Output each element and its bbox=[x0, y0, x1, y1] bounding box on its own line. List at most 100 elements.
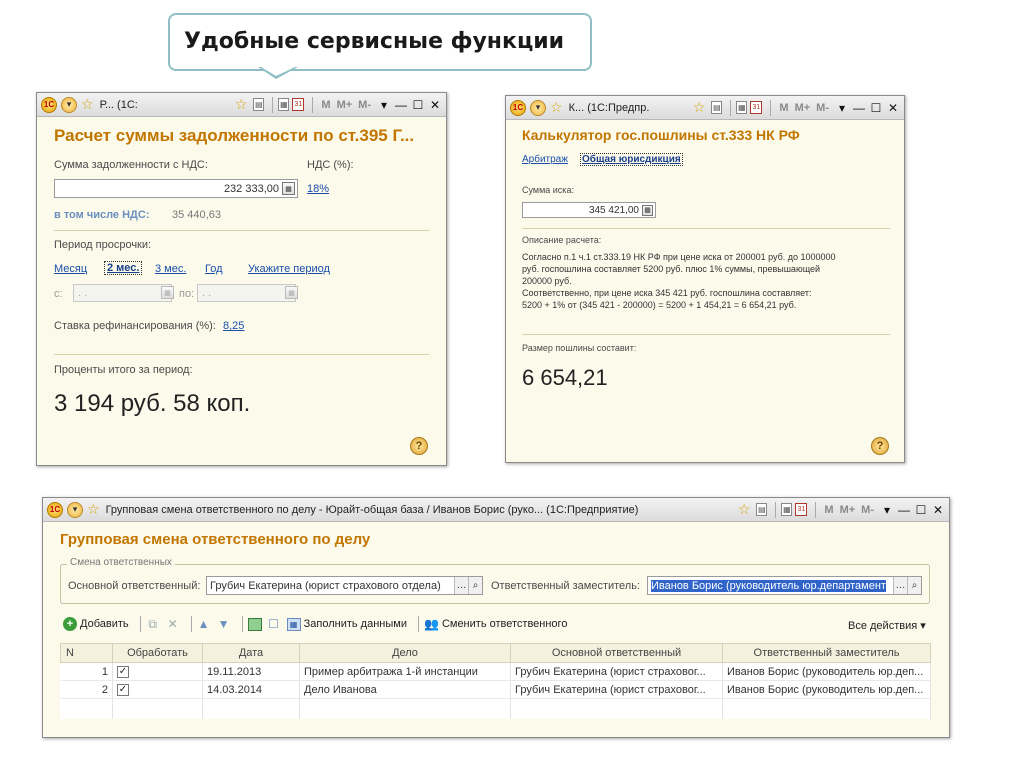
dropdown-arrow-icon[interactable]: ▾ bbox=[880, 503, 894, 517]
memory-subtract-button[interactable]: M- bbox=[861, 504, 874, 516]
window-titlebar[interactable]: 1С ▾ ☆ Групповая смена ответственного по… bbox=[43, 498, 949, 522]
deputy-cell[interactable]: Иванов Борис (руководитель юр.деп... bbox=[722, 680, 931, 699]
deputy-input[interactable]: Иванов Борис (руководитель юр.департамен… bbox=[647, 576, 922, 595]
main-responsible-input[interactable]: Грубич Екатерина (юрист страхового отдел… bbox=[206, 576, 483, 595]
main-responsible-cell[interactable]: Грубич Екатерина (юрист страховог... bbox=[510, 680, 723, 699]
select-ellipsis-button[interactable]: … bbox=[893, 577, 907, 594]
process-cell[interactable]: ✓ bbox=[112, 662, 203, 681]
memory-subtract-button[interactable]: M- bbox=[358, 99, 371, 111]
minimize-icon[interactable]: — bbox=[394, 98, 408, 112]
select-all-icon[interactable] bbox=[247, 617, 262, 631]
deputy-cell[interactable]: Иванов Борис (руководитель юр.деп... bbox=[722, 662, 931, 681]
period-month-link[interactable]: Месяц bbox=[54, 263, 87, 275]
vat-rate-link[interactable]: 18% bbox=[307, 183, 329, 195]
main-responsible-cell[interactable]: Грубич Екатерина (юрист страховог... bbox=[510, 662, 723, 681]
memory-button[interactable]: M bbox=[321, 99, 330, 111]
date-cell[interactable]: 19.11.2013 bbox=[202, 662, 300, 681]
change-responsible-button[interactable]: 👥 Сменить ответственного bbox=[424, 617, 567, 631]
maximize-icon[interactable]: ☐ bbox=[914, 503, 928, 517]
calendar-picker-icon[interactable]: ▦ bbox=[285, 286, 298, 299]
search-icon[interactable]: ⌕ bbox=[468, 577, 482, 594]
document-icon[interactable]: ▤ bbox=[711, 101, 723, 114]
1c-logo-icon[interactable]: 1С bbox=[41, 96, 57, 113]
menu-dropdown-icon[interactable]: ▾ bbox=[61, 96, 77, 113]
process-cell[interactable]: ✓ bbox=[112, 680, 203, 699]
calculator-icon[interactable]: ▦ bbox=[278, 98, 290, 111]
period-custom-link[interactable]: Укажите период bbox=[248, 263, 330, 275]
date-from-input[interactable]: . . bbox=[73, 284, 172, 302]
memory-button[interactable]: M bbox=[824, 504, 833, 516]
calendar-icon[interactable]: 31 bbox=[292, 98, 305, 111]
tab-arbitration[interactable]: Арбитраж bbox=[522, 154, 568, 165]
memory-button[interactable]: M bbox=[779, 102, 788, 114]
claim-input[interactable]: 345 421,00 ▦ bbox=[522, 202, 656, 218]
add-button[interactable]: + Добавить bbox=[63, 617, 129, 631]
rate-value-link[interactable]: 8,25 bbox=[223, 320, 244, 332]
help-icon[interactable]: ? bbox=[871, 437, 889, 455]
column-header[interactable]: Дело bbox=[299, 643, 511, 663]
move-down-icon[interactable]: ▼ bbox=[217, 617, 231, 631]
memory-add-button[interactable]: M+ bbox=[337, 99, 353, 111]
menu-dropdown-icon[interactable]: ▾ bbox=[67, 501, 83, 518]
calculator-icon[interactable]: ▦ bbox=[282, 182, 295, 195]
fill-data-button[interactable]: ▦ Заполнить данными bbox=[286, 617, 407, 631]
deselect-all-icon[interactable]: ☐ bbox=[267, 617, 281, 631]
1c-logo-icon[interactable]: 1С bbox=[510, 99, 526, 116]
tab-general-jurisdiction[interactable]: Общая юрисдикция bbox=[580, 153, 683, 166]
table-row[interactable]: 2 ✓ 14.03.2014 Дело Иванова Грубич Екате… bbox=[60, 680, 931, 699]
dropdown-arrow-icon[interactable]: ▾ bbox=[835, 101, 849, 115]
process-checkbox[interactable]: ✓ bbox=[117, 683, 129, 696]
maximize-icon[interactable]: ☐ bbox=[411, 98, 425, 112]
close-icon[interactable]: ✕ bbox=[931, 503, 945, 517]
select-ellipsis-button[interactable]: … bbox=[454, 577, 468, 594]
case-cell[interactable]: Дело Иванова bbox=[299, 680, 511, 699]
period-3month-link[interactable]: 3 мес. bbox=[155, 263, 186, 275]
column-header[interactable]: N bbox=[60, 643, 113, 663]
calculator-icon[interactable]: ▦ bbox=[781, 503, 793, 516]
favorite-star-icon[interactable]: ☆ bbox=[550, 99, 563, 116]
document-icon[interactable]: ▤ bbox=[756, 503, 768, 516]
calendar-icon[interactable]: 31 bbox=[795, 503, 808, 516]
close-icon[interactable]: ✕ bbox=[428, 98, 442, 112]
add-favorite-icon[interactable]: ☆ bbox=[738, 501, 751, 518]
column-header[interactable]: Основной ответственный bbox=[510, 643, 723, 663]
favorite-star-icon[interactable]: ☆ bbox=[81, 96, 94, 113]
menu-dropdown-icon[interactable]: ▾ bbox=[530, 99, 546, 116]
period-year-link[interactable]: Год bbox=[205, 263, 223, 275]
memory-subtract-button[interactable]: M- bbox=[816, 102, 829, 114]
debt-input[interactable]: 232 333,00 ▦ bbox=[54, 179, 298, 198]
move-up-icon[interactable]: ▲ bbox=[197, 617, 211, 631]
add-favorite-icon[interactable]: ☆ bbox=[693, 99, 706, 116]
column-header[interactable]: Ответственный заместитель bbox=[722, 643, 931, 663]
all-actions-menu[interactable]: Все действия ▾ bbox=[848, 619, 926, 632]
case-cell[interactable]: Пример арбитража 1-й инстанции bbox=[299, 662, 511, 681]
column-header[interactable]: Дата bbox=[202, 643, 300, 663]
search-icon[interactable]: ⌕ bbox=[907, 577, 921, 594]
minimize-icon[interactable]: — bbox=[852, 101, 866, 115]
memory-add-button[interactable]: M+ bbox=[795, 102, 811, 114]
copy-icon[interactable]: ⧉ bbox=[146, 617, 160, 631]
delete-icon[interactable]: ✕ bbox=[166, 617, 180, 631]
close-icon[interactable]: ✕ bbox=[886, 101, 900, 115]
favorite-star-icon[interactable]: ☆ bbox=[87, 501, 100, 518]
1c-logo-icon[interactable]: 1С bbox=[47, 501, 63, 518]
add-favorite-icon[interactable]: ☆ bbox=[235, 96, 248, 113]
document-icon[interactable]: ▤ bbox=[253, 98, 265, 111]
calendar-picker-icon[interactable]: ▦ bbox=[161, 286, 174, 299]
maximize-icon[interactable]: ☐ bbox=[869, 101, 883, 115]
date-cell[interactable]: 14.03.2014 bbox=[202, 680, 300, 699]
help-icon[interactable]: ? bbox=[410, 437, 428, 455]
calculator-icon[interactable]: ▦ bbox=[642, 204, 653, 216]
period-2month-link[interactable]: 2 мес. bbox=[104, 261, 143, 275]
minimize-icon[interactable]: — bbox=[897, 503, 911, 517]
date-to-input[interactable]: . . bbox=[197, 284, 296, 302]
process-checkbox[interactable]: ✓ bbox=[117, 665, 129, 678]
calculator-icon[interactable]: ▦ bbox=[736, 101, 748, 114]
dropdown-arrow-icon[interactable]: ▾ bbox=[377, 98, 391, 112]
column-header[interactable]: Обработать bbox=[112, 643, 203, 663]
calendar-icon[interactable]: 31 bbox=[750, 101, 763, 114]
table-row[interactable]: 1 ✓ 19.11.2013 Пример арбитража 1-й инст… bbox=[60, 662, 931, 681]
window-titlebar[interactable]: 1С ▾ ☆ К... (1С:Предпр. ☆ ▤ ▦ 31 M M+ M-… bbox=[506, 96, 904, 120]
window-titlebar[interactable]: 1С ▾ ☆ Р... (1С: ☆ ▤ ▦ 31 M M+ M- ▾ — ☐ … bbox=[37, 93, 446, 117]
memory-add-button[interactable]: M+ bbox=[840, 504, 856, 516]
